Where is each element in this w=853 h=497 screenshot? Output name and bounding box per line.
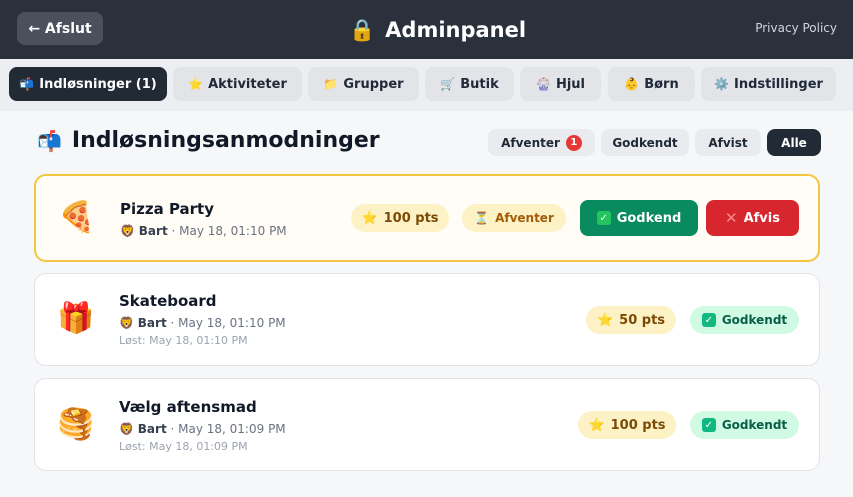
pending-count-badge: 1: [565, 134, 582, 151]
points-value: 100 pts: [383, 210, 439, 226]
tab-children[interactable]: 👶 Børn: [608, 67, 695, 101]
star-icon: ⭐: [588, 417, 605, 433]
star-icon: ⭐: [361, 210, 378, 226]
status-label: Godkendt: [721, 418, 788, 432]
filter-label: Afventer: [501, 135, 560, 150]
tab-label: Grupper: [343, 76, 404, 92]
tab-label: Aktiviteter: [208, 76, 287, 92]
points-value: 100 pts: [610, 417, 666, 433]
lion-icon: 🦁: [120, 224, 135, 238]
tab-label: Indløsninger (1): [39, 76, 157, 92]
pizza-icon: 🍕: [58, 200, 96, 235]
resolved-date: Løst: May 18, 01:10 PM: [119, 334, 248, 347]
request-date: · May 18, 01:09 PM: [170, 422, 286, 436]
status-label: Godkendt: [721, 313, 788, 327]
folder-icon: 📁: [323, 77, 339, 91]
request-meta: 🦁 Bart · May 18, 01:09 PM: [119, 422, 286, 436]
lion-icon: 🦁: [119, 422, 134, 436]
tab-shop[interactable]: 🛒 Butik: [425, 67, 514, 101]
gear-icon: ⚙️: [714, 77, 729, 91]
check-icon: ✓: [701, 418, 716, 432]
request-card-dinner-choice: 🥞 Vælg aftensmad 🦁 Bart · May 18, 01:09 …: [34, 378, 820, 471]
section-title: 📬 Indløsningsanmodninger: [37, 128, 380, 153]
top-bar: ← Afslut 🔒 Adminpanel Privacy Policy: [0, 0, 853, 59]
status-badge: ✓ Godkendt: [690, 411, 799, 439]
gift-icon: 🎁: [57, 301, 95, 336]
baby-icon: 👶: [624, 77, 640, 91]
tab-groups[interactable]: 📁 Grupper: [308, 67, 419, 101]
page-title-text: Adminpanel: [385, 18, 527, 42]
request-date: · May 18, 01:10 PM: [171, 224, 287, 238]
mailbox-icon: 📬: [37, 128, 62, 153]
lion-icon: 🦁: [119, 316, 134, 330]
tab-label: Hjul: [555, 76, 585, 92]
tab-label: Børn: [644, 76, 679, 92]
status-label: Afventer: [495, 211, 554, 225]
tab-wheel[interactable]: 🎡 Hjul: [520, 67, 601, 101]
tab-label: Butik: [460, 76, 499, 92]
points-badge: ⭐ 100 pts: [351, 204, 449, 232]
points-badge: ⭐ 50 pts: [586, 306, 676, 334]
request-title: Vælg aftensmad: [119, 398, 257, 416]
hourglass-icon: ⏳: [474, 211, 490, 225]
wheel-icon: 🎡: [536, 77, 551, 91]
tab-activities[interactable]: ⭐ Aktiviteter: [173, 67, 302, 101]
pancakes-icon: 🥞: [57, 407, 95, 442]
lock-icon: 🔒: [349, 17, 376, 42]
close-icon: ✕: [725, 209, 738, 227]
page-title: 🔒 Adminpanel: [349, 14, 526, 46]
cart-icon: 🛒: [440, 77, 456, 91]
request-title: Pizza Party: [120, 200, 214, 218]
child-name: Bart: [138, 224, 168, 238]
request-meta: 🦁 Bart · May 18, 01:10 PM: [120, 224, 287, 238]
approve-label: Godkend: [616, 210, 682, 226]
approve-button[interactable]: ✓ Godkend: [580, 200, 698, 236]
request-date: · May 18, 01:10 PM: [170, 316, 286, 330]
star-icon: ⭐: [596, 312, 614, 328]
tab-settings[interactable]: ⚙️ Indstillinger: [701, 67, 836, 101]
filter-approved[interactable]: Godkendt: [601, 129, 689, 156]
filter-rejected[interactable]: Afvist: [695, 129, 761, 156]
tab-bar: 📬 Indløsninger (1) ⭐ Aktiviteter 📁 Grupp…: [0, 59, 853, 111]
check-icon: ✓: [596, 211, 611, 225]
request-card-skateboard: 🎁 Skateboard 🦁 Bart · May 18, 01:10 PM L…: [34, 273, 820, 366]
star-icon: ⭐: [188, 77, 204, 91]
exit-button[interactable]: ← Afslut: [17, 12, 103, 45]
reject-label: Afvis: [743, 210, 780, 226]
points-value: 50 pts: [619, 312, 666, 328]
child-name: Bart: [137, 422, 167, 436]
child-name: Bart: [137, 316, 167, 330]
reject-button[interactable]: ✕ Afvis: [706, 200, 799, 236]
points-badge: ⭐ 100 pts: [578, 411, 676, 439]
status-badge: ⏳ Afventer: [462, 204, 566, 232]
tab-label: Indstillinger: [733, 76, 823, 92]
resolved-date: Løst: May 18, 01:09 PM: [119, 440, 248, 453]
request-card-pizza-party: 🍕 Pizza Party 🦁 Bart · May 18, 01:10 PM …: [34, 174, 820, 262]
check-icon: ✓: [701, 313, 716, 327]
section-title-text: Indløsningsanmodninger: [71, 128, 380, 153]
mailbox-icon: 📬: [19, 77, 35, 91]
filter-pending[interactable]: Afventer 1: [488, 129, 595, 156]
status-badge: ✓ Godkendt: [690, 306, 799, 334]
privacy-policy-link[interactable]: Privacy Policy: [755, 21, 837, 35]
request-meta: 🦁 Bart · May 18, 01:10 PM: [119, 316, 286, 330]
tab-redemptions[interactable]: 📬 Indløsninger (1): [9, 67, 167, 101]
request-title: Skateboard: [119, 292, 217, 310]
filter-all[interactable]: Alle: [767, 129, 821, 156]
